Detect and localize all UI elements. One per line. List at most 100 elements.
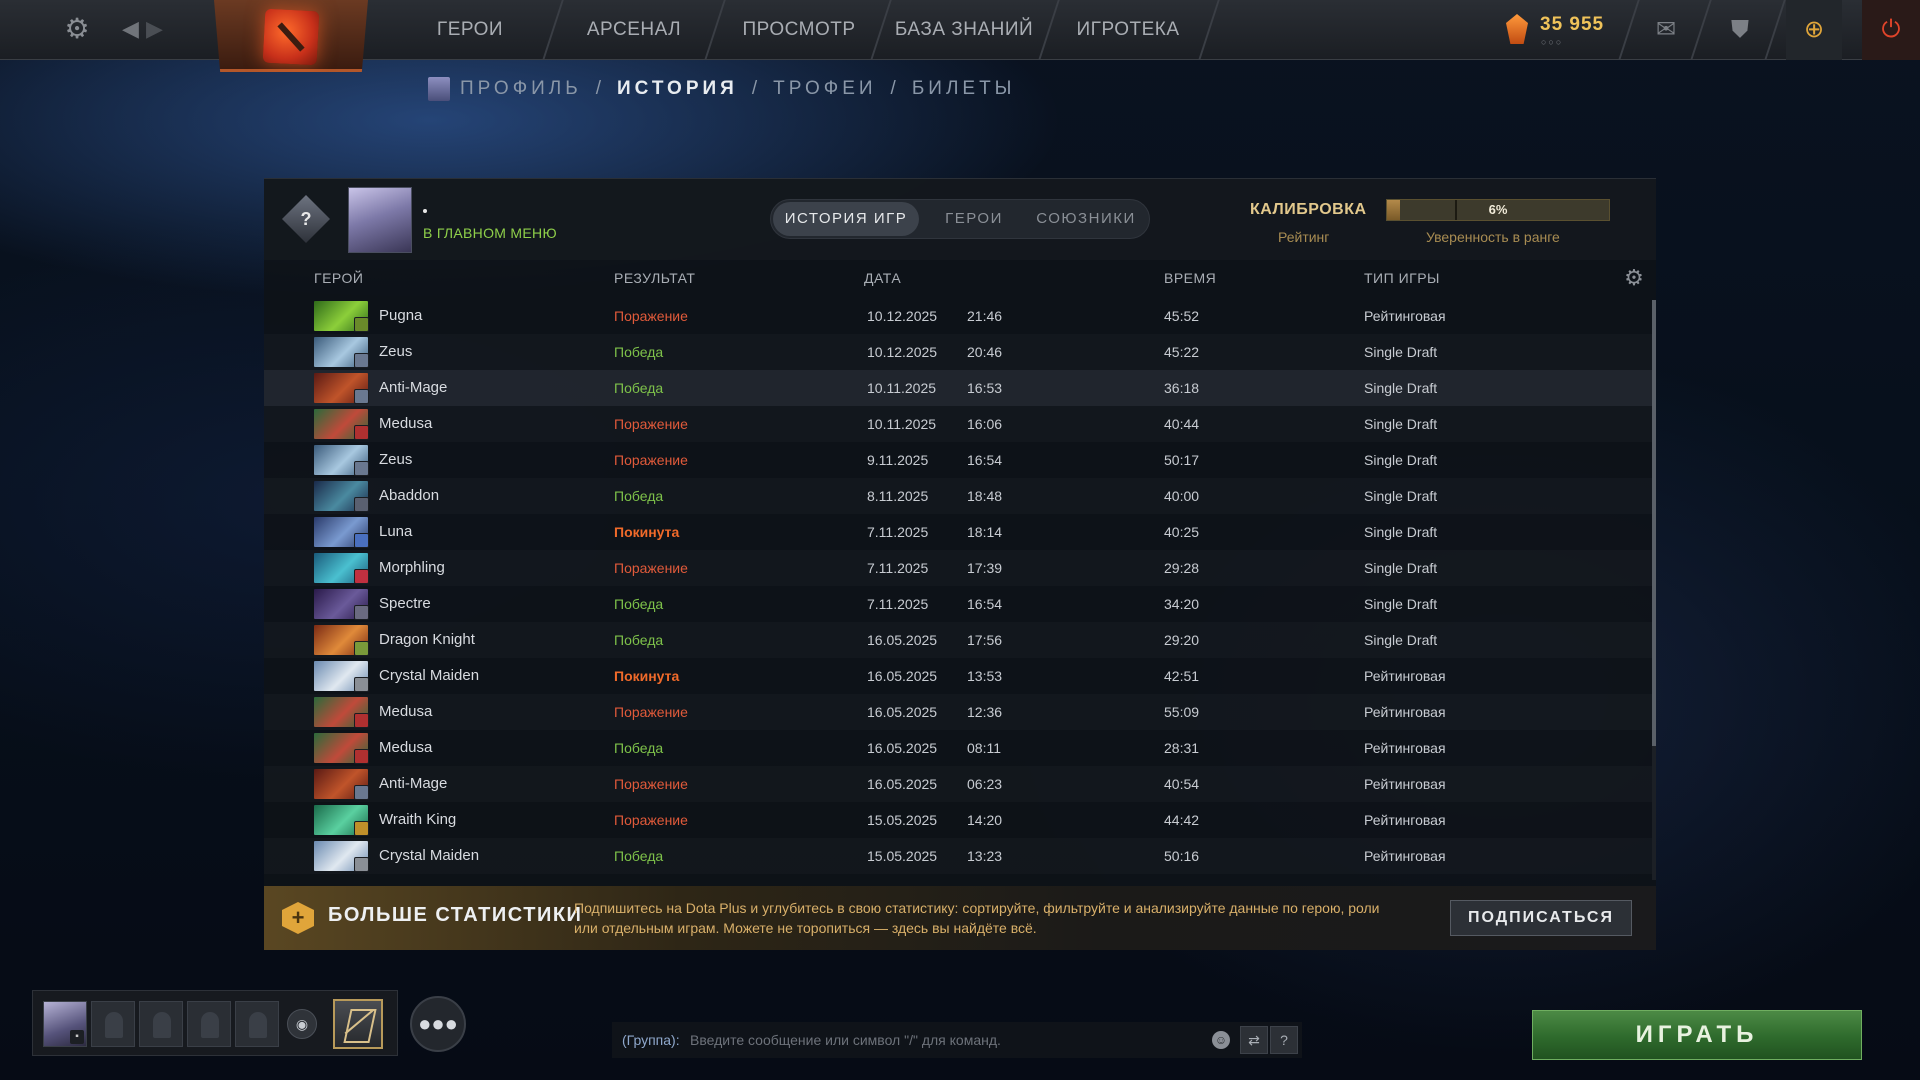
nav-watch[interactable]: ПРОСМОТР <box>736 0 862 60</box>
breadcrumb-trophies[interactable]: ТРОФЕИ <box>773 78 876 100</box>
table-row[interactable]: Medusa Поражение 16.05.2025 12:36 55:09 Рейти… <box>264 694 1656 730</box>
table-row[interactable]: Morphling Поражение 7.11.2025 17:39 29:28 Sin… <box>264 550 1656 586</box>
nav-divider <box>870 0 892 60</box>
table-settings-gear-icon[interactable]: ⚙ <box>1622 266 1646 290</box>
party-slot-empty[interactable] <box>187 1001 231 1047</box>
table-row[interactable]: Dragon Knight Победа 16.05.2025 17:56 29:20 S… <box>264 622 1656 658</box>
hero-name: Spectre <box>379 595 431 612</box>
table-row[interactable]: Crystal Maiden Покинута 16.05.2025 13:53 42:… <box>264 658 1656 694</box>
table-row[interactable]: Pugna Поражение 10.12.2025 21:46 45:52 Рейтин… <box>264 298 1656 334</box>
party-slot-empty[interactable] <box>235 1001 279 1047</box>
match-date: 16.05.2025 <box>867 776 938 792</box>
armory-banner-icon[interactable]: ⛊ <box>1712 0 1768 60</box>
match-start-time: 16:53 <box>967 380 1003 396</box>
rank-confidence-percent: 6% <box>1488 202 1508 217</box>
match-start-time: 06:23 <box>967 776 1003 792</box>
header-hero[interactable]: ГЕРОЙ <box>314 260 363 296</box>
chat-input[interactable] <box>690 1022 1190 1058</box>
header-game-type[interactable]: ТИП ИГРЫ <box>1364 260 1440 296</box>
dota-logo-button[interactable] <box>214 0 368 72</box>
hero-role-badge-icon <box>354 497 369 512</box>
breadcrumb-tickets[interactable]: БИЛЕТЫ <box>912 78 1016 100</box>
breadcrumb-history[interactable]: ИСТОРИЯ <box>617 78 738 100</box>
chat-channel[interactable]: (Группа): <box>622 1022 680 1058</box>
match-start-time: 16:54 <box>967 452 1003 468</box>
back-arrow-icon[interactable]: ◀ <box>122 16 139 42</box>
subscribe-button[interactable]: ПОДПИСАТЬСЯ <box>1450 900 1632 936</box>
chat-wheel-icon[interactable]: ⇄ <box>1240 1026 1268 1054</box>
table-row[interactable]: Crystal Maiden Победа 15.05.2025 13:23 50:16… <box>264 838 1656 874</box>
match-result: Поражение <box>614 776 688 792</box>
hero-name: Crystal Maiden <box>379 667 480 684</box>
match-result: Победа <box>614 632 664 648</box>
emoji-icon[interactable]: ☺ <box>1212 1031 1230 1049</box>
help-icon[interactable]: ? <box>1270 1026 1298 1054</box>
tab-match-history[interactable]: ИСТОРИЯ ИГР <box>773 202 919 236</box>
dota-plus-icon[interactable]: ⊕ <box>1786 0 1842 60</box>
party-rank-icon[interactable] <box>333 999 383 1049</box>
game-type: Single Draft <box>1364 344 1438 360</box>
forward-arrow-icon[interactable]: ▶ <box>146 16 163 42</box>
breadcrumb: ПРОФИЛЬ / ИСТОРИЯ / ТРОФЕИ / БИЛЕТЫ <box>428 76 1016 102</box>
table-row[interactable]: Zeus Поражение 9.11.2025 16:54 50:17 Single D… <box>264 442 1656 478</box>
player-avatar[interactable] <box>348 187 412 253</box>
shards-balance[interactable]: 35 955 <box>1540 14 1604 36</box>
mail-icon[interactable]: ✉ <box>1638 0 1694 60</box>
party-slot-empty[interactable] <box>139 1001 183 1047</box>
table-row[interactable]: Medusa Победа 16.05.2025 08:11 28:31 Рейтинго… <box>264 730 1656 766</box>
panel-header: ? В ГЛАВНОМ МЕНЮ ИСТОРИЯ ИГР ГЕРОИ СОЮЗН… <box>264 178 1656 260</box>
voice-chat-icon[interactable]: ◉ <box>287 1009 317 1039</box>
group-finder-icon[interactable]: ●●● <box>410 996 466 1052</box>
nav-heroes[interactable]: ГЕРОИ <box>418 0 522 60</box>
match-result: Поражение <box>614 704 688 720</box>
table-row[interactable]: Zeus Победа 10.12.2025 20:46 45:22 Single Dra… <box>264 334 1656 370</box>
match-result: Поражение <box>614 452 688 468</box>
nav-arcade[interactable]: ИГРОТЕКА <box>1070 0 1186 60</box>
match-date: 8.11.2025 <box>867 488 929 504</box>
match-date: 7.11.2025 <box>867 560 929 576</box>
match-date: 15.05.2025 <box>867 848 938 864</box>
power-icon[interactable]: ⏻ <box>1862 0 1920 60</box>
header-duration[interactable]: ВРЕМЯ <box>1164 260 1216 296</box>
hero-role-badge-icon <box>354 317 369 332</box>
scrollbar-thumb[interactable] <box>1652 300 1656 746</box>
match-result: Победа <box>614 344 664 360</box>
player-status: В ГЛАВНОМ МЕНЮ <box>423 225 557 241</box>
hero-role-badge-icon <box>354 461 369 476</box>
play-button[interactable]: ИГРАТЬ <box>1532 1010 1862 1060</box>
table-row[interactable]: Anti-Mage Победа 10.11.2025 16:53 36:18 Singl… <box>264 370 1656 406</box>
table-row[interactable]: Anti-Mage Поражение 16.05.2025 06:23 40:54 Ре… <box>264 766 1656 802</box>
party-slot-self[interactable]: ▪ <box>43 1001 87 1047</box>
settings-gear-icon[interactable]: ⚙ <box>62 14 92 44</box>
breadcrumb-profile[interactable]: ПРОФИЛЬ <box>460 78 582 100</box>
match-duration: 45:22 <box>1164 344 1200 360</box>
nav-divider <box>542 0 564 60</box>
match-list-scrollbar[interactable] <box>1652 300 1656 880</box>
tab-allies[interactable]: СОЮЗНИКИ <box>1027 200 1145 238</box>
header-date[interactable]: ДАТА <box>864 260 901 296</box>
nav-divider <box>704 0 726 60</box>
game-type: Рейтинговая <box>1364 812 1446 828</box>
match-start-time: 16:54 <box>967 596 1003 612</box>
match-date: 10.12.2025 <box>867 344 938 360</box>
table-row[interactable]: Spectre Победа 7.11.2025 16:54 34:20 Single D… <box>264 586 1656 622</box>
hero-name: Morphling <box>379 559 445 576</box>
match-list[interactable]: Pugna Поражение 10.12.2025 21:46 45:52 Рейтин… <box>264 298 1656 882</box>
party-slot-empty[interactable] <box>91 1001 135 1047</box>
match-duration: 40:54 <box>1164 776 1200 792</box>
table-row[interactable]: Wraith King Поражение 15.05.2025 14:20 44:42… <box>264 802 1656 838</box>
person-icon <box>249 1012 267 1038</box>
table-row[interactable]: Medusa Поражение 10.11.2025 16:06 40:44 Singl… <box>264 406 1656 442</box>
match-start-time: 17:39 <box>967 560 1003 576</box>
nav-arsenal[interactable]: АРСЕНАЛ <box>572 0 696 60</box>
promo-text: Подпишитесь на Dota Plus и углубитесь в … <box>574 900 1380 936</box>
game-type: Single Draft <box>1364 524 1438 540</box>
table-row[interactable]: Luna Покинута 7.11.2025 18:14 40:25 Single Dr… <box>264 514 1656 550</box>
person-icon <box>201 1012 219 1038</box>
rank-medal-icon[interactable]: ? <box>282 195 330 243</box>
hero-name: Anti-Mage <box>379 379 448 396</box>
tab-heroes[interactable]: ГЕРОИ <box>929 200 1019 238</box>
header-result[interactable]: РЕЗУЛЬТАТ <box>614 260 695 296</box>
table-row[interactable]: Abaddon Победа 8.11.2025 18:48 40:00 Single D… <box>264 478 1656 514</box>
nav-knowledge-base[interactable]: БАЗА ЗНАНИЙ <box>892 0 1036 60</box>
